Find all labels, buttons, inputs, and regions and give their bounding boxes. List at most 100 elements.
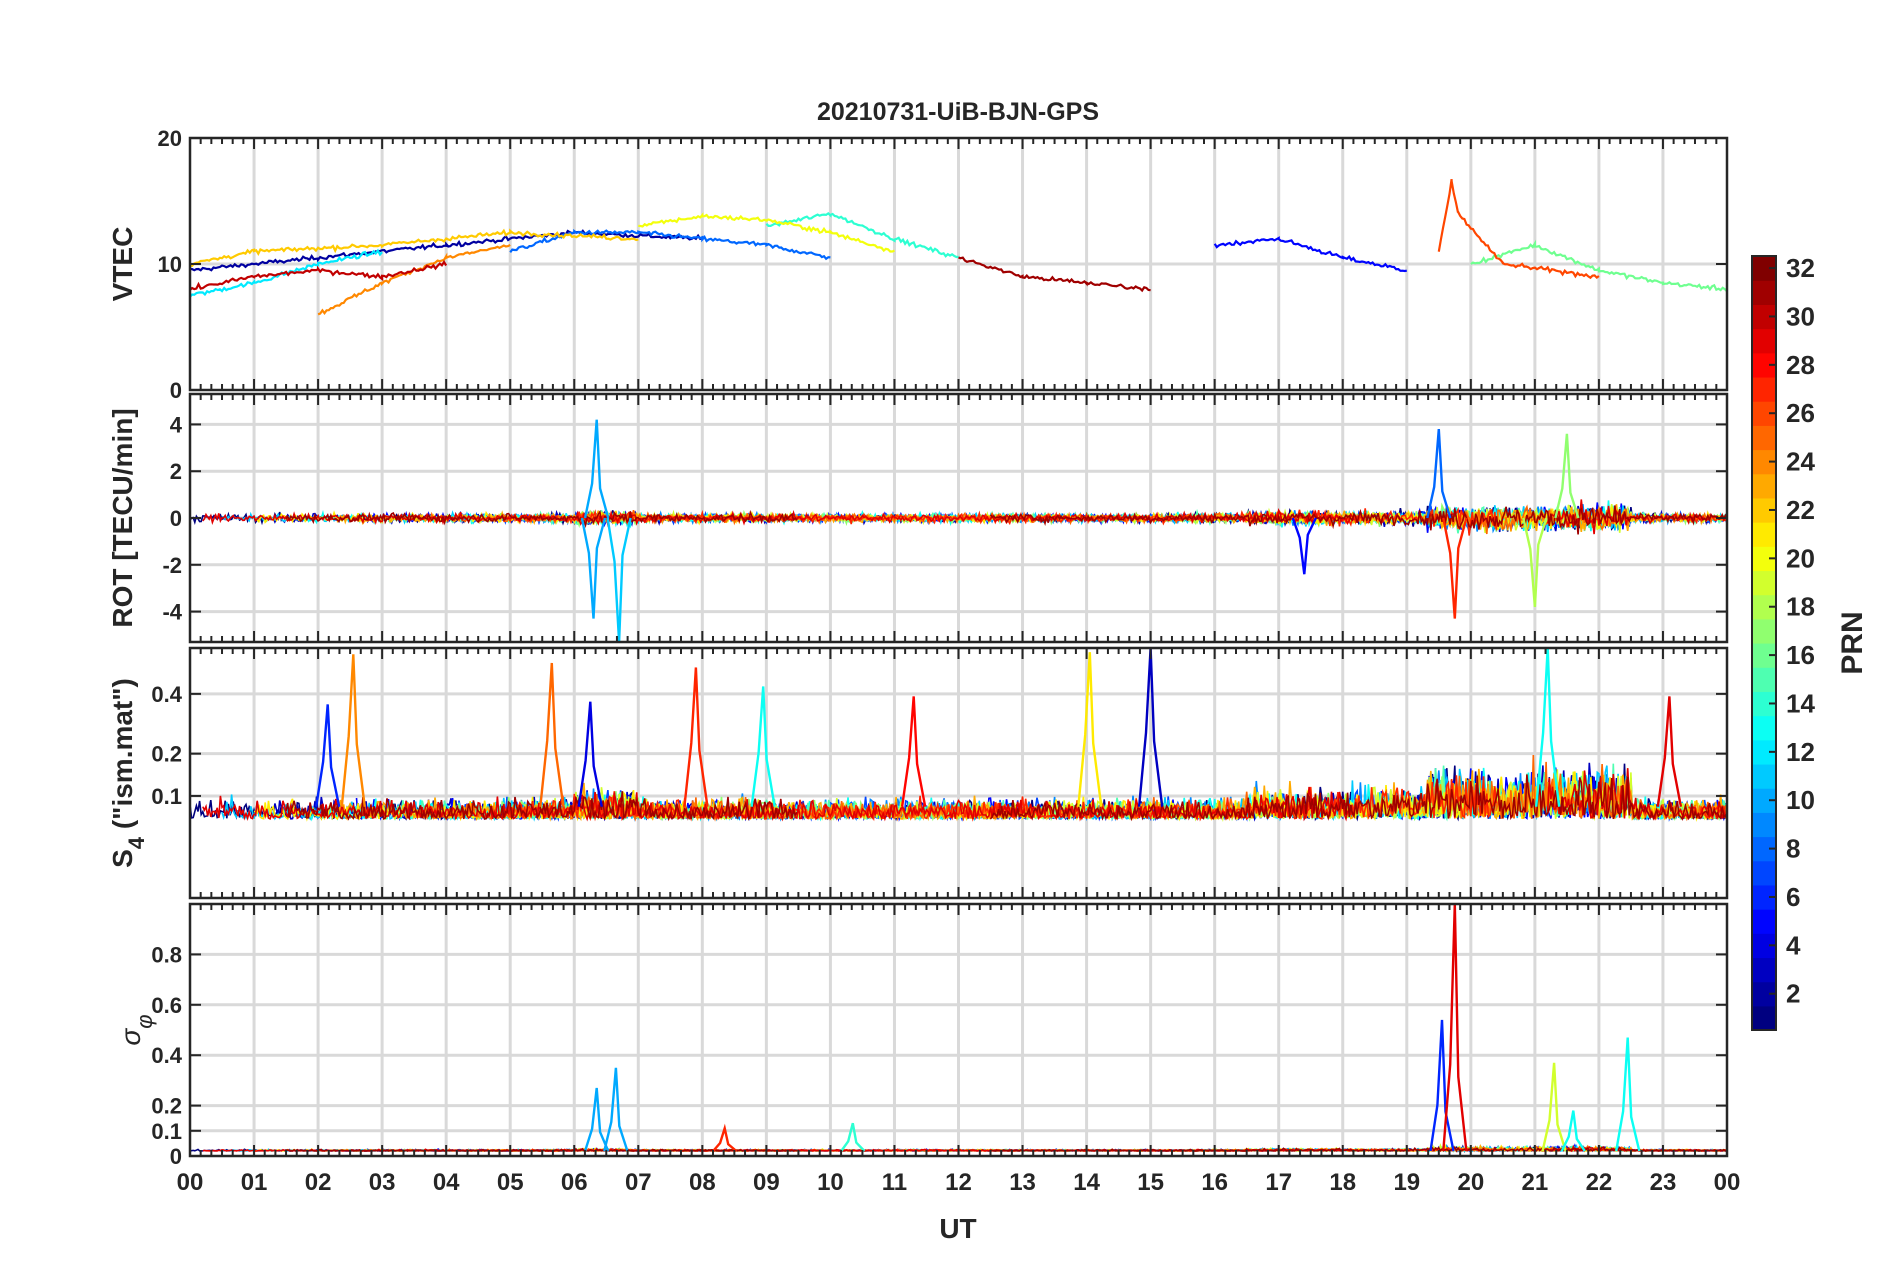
y-tick-label: 0.1 [151, 1119, 182, 1144]
colorbar-tick-label: 30 [1786, 301, 1815, 331]
peak-prn-13 [750, 686, 776, 807]
y-tick-label: 0.1 [151, 784, 182, 809]
colorbar-swatch [1752, 812, 1776, 838]
x-tick-label: 02 [305, 1169, 332, 1196]
y-label-main: S [107, 849, 138, 868]
x-tick-label: 20 [1457, 1169, 1484, 1196]
peak-prn-8 [1426, 429, 1452, 519]
colorbar-tick-label: 32 [1786, 253, 1815, 283]
peak-prn-29 [1656, 696, 1683, 807]
grid [190, 138, 1727, 390]
colorbar-tick-label: 4 [1786, 930, 1801, 960]
peak-prn-11 [606, 517, 632, 642]
y-tick-label: 0 [170, 506, 182, 531]
y-axis-label: σφ [115, 1014, 157, 1045]
colorbar-swatch [1752, 909, 1776, 934]
y-tick-label: 0.2 [151, 742, 182, 767]
y-tick-label: -4 [162, 600, 182, 625]
grid [190, 648, 1727, 898]
x-tick-label: 12 [945, 1169, 972, 1196]
peak-prn-27 [683, 667, 709, 807]
y-label-sub: φ [132, 1014, 157, 1028]
x-tick-label: 10 [817, 1169, 844, 1196]
colorbar-swatch [1752, 522, 1776, 547]
y-tick-label: 2 [170, 459, 182, 484]
colorbar-swatch [1752, 667, 1776, 692]
x-tick-label: 09 [753, 1169, 780, 1196]
y-tick-label: 0.4 [151, 682, 182, 707]
panel-ROT: -4 -2 0 2 4 ROT [TECU/min] [107, 392, 1729, 644]
colorbar-tick-label: 22 [1786, 495, 1815, 525]
colorbar-swatch [1752, 715, 1776, 741]
peak-prn-10 [583, 1087, 610, 1152]
peak-prn-10 [580, 517, 607, 619]
x-tick-label: 03 [369, 1169, 396, 1196]
colorbar: 2468101214161820222426283032PRN [1751, 253, 1869, 1031]
y-tick-label: 0 [170, 378, 182, 403]
y-tick-label: -2 [162, 553, 182, 578]
colorbar-swatch [1752, 425, 1776, 451]
x-tick-label: 00 [177, 1169, 204, 1196]
x-tick-label: 18 [1329, 1169, 1356, 1196]
peak-prn-27 [1442, 517, 1468, 619]
colorbar-swatch [1752, 1005, 1776, 1031]
figure: 20210731-UiB-BJN-GPS 01020VTEC-4-2024ROT… [107, 98, 1869, 1244]
colorbar-swatch [1752, 473, 1776, 499]
colorbar-swatch [1752, 957, 1776, 983]
colorbar-swatch [1752, 376, 1776, 402]
colorbar-tick-label: 26 [1786, 398, 1815, 428]
x-tick-label: 05 [497, 1169, 524, 1196]
panels: 01020VTEC-4-2024ROT [TECU/min]0.10.20.4S… [107, 126, 1740, 1196]
x-tick-label: 14 [1073, 1169, 1100, 1196]
peak-prn-21 [1077, 652, 1103, 807]
x-tick-label: 17 [1265, 1169, 1292, 1196]
x-tick-labels: 00 01 02 03 04 05 06 07 08 09 10 11 12 13 14 15 16 17 18 19… [177, 1169, 1741, 1196]
x-tick-label: 11 [882, 1169, 907, 1196]
x-axis-label: UT [939, 1213, 976, 1244]
y-tick-label: 4 [170, 412, 183, 437]
y-axis-label: ROT [TECU/min] [107, 408, 138, 627]
x-tick-label: 08 [689, 1169, 716, 1196]
colorbar-swatch [1752, 570, 1776, 596]
colorbar-tick-label: 28 [1786, 350, 1815, 380]
x-tick-label: 04 [433, 1169, 460, 1196]
x-tick-label: 13 [1009, 1169, 1036, 1196]
peak-prn-17 [1554, 433, 1580, 519]
colorbar-tick-label: 14 [1786, 688, 1815, 718]
peak-prn-14 [840, 1122, 866, 1152]
x-tick-label: 23 [1650, 1169, 1677, 1196]
y-tick-label: 0.8 [151, 942, 182, 967]
colorbar-tick-label: 8 [1786, 834, 1800, 864]
colorbar-tick-label: 6 [1786, 882, 1800, 912]
y-tick-label: 0 [170, 1144, 182, 1169]
panel-VTEC: 0 10 20 VTEC [107, 126, 1729, 403]
x-tick-label: 00 [1714, 1169, 1741, 1196]
x-tick-label: 07 [625, 1169, 652, 1196]
x-tick-label: 15 [1137, 1169, 1164, 1196]
y-label-rest: ("ism.mat") [107, 678, 138, 837]
y-axis-label: S4 ("ism.mat") [107, 678, 149, 868]
colorbar-label: PRN [1836, 611, 1869, 674]
colorbar-swatch [1752, 328, 1776, 354]
panel-S4: 0.10.20.4S4 ("ism.mat") [107, 646, 1729, 900]
colorbar-tick-label: 2 [1786, 979, 1800, 1009]
x-tick-label: 01 [241, 1169, 268, 1196]
y-tick-label: 20 [158, 126, 182, 151]
x-tick-label: 16 [1201, 1169, 1228, 1196]
peak-prn-10 [583, 419, 610, 519]
peak-prn-29 [1442, 904, 1468, 1152]
y-label-main: σ [115, 1028, 146, 1046]
peak-prn-25 [539, 662, 565, 807]
colorbar-tick-label: 16 [1786, 640, 1815, 670]
x-tick-label: 22 [1586, 1169, 1613, 1196]
figure-title: 20210731-UiB-BJN-GPS [817, 98, 1099, 126]
peak-prn-10 [603, 1067, 629, 1152]
series-prn-5 [1213, 236, 1407, 273]
grid [190, 904, 1727, 1156]
y-tick-label: 10 [158, 252, 182, 277]
y-label-sub: 4 [124, 836, 149, 849]
peak-prn-28 [900, 696, 927, 807]
y-tick-label: 0.4 [151, 1043, 182, 1068]
panel-sigma_phi: 00.10.2 0.4 0.6 0.8 σφ [115, 902, 1729, 1169]
colorbar-swatch [1752, 763, 1776, 789]
